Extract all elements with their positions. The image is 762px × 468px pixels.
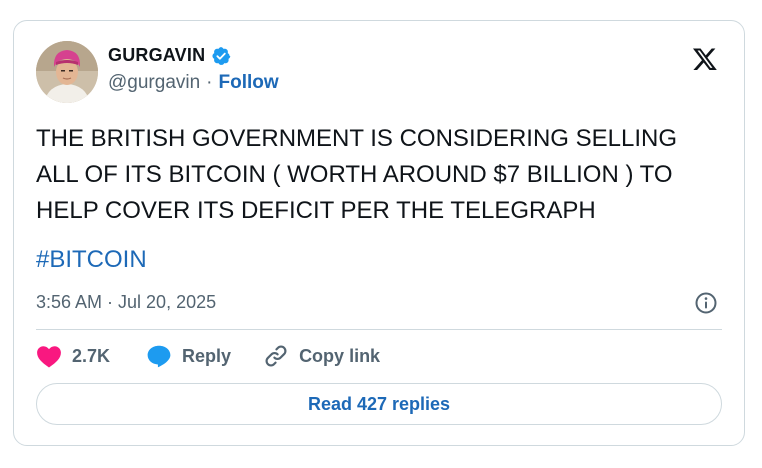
heart-icon: [37, 346, 61, 368]
tweet-text: THE BRITISH GOVERNMENT IS CONSIDERING SE…: [36, 125, 677, 224]
info-icon[interactable]: [694, 291, 718, 315]
author-name[interactable]: GURGAVIN: [108, 45, 205, 66]
like-button[interactable]: 2.7K: [36, 344, 110, 368]
reply-bubble-icon: [147, 345, 171, 368]
like-count: 2.7K: [72, 345, 111, 366]
x-logo-icon[interactable]: [692, 46, 718, 72]
reply-label: Reply: [182, 345, 232, 366]
author-handle-row: @gurgavin · Follow: [108, 72, 279, 94]
link-icon: [265, 345, 287, 367]
tweet-card: GURGAVIN @gurgavin · Follow THE BRITISH …: [13, 20, 745, 446]
avatar[interactable]: [36, 41, 98, 103]
copy-link-button[interactable]: Copy link: [263, 343, 380, 369]
separator-dot: ·: [206, 72, 213, 93]
verified-badge-icon: [212, 46, 231, 65]
action-bar: 2.7K Reply Copy link: [36, 343, 380, 369]
author-name-row: GURGAVIN: [108, 45, 231, 66]
reply-button[interactable]: Reply: [146, 344, 231, 368]
author-handle[interactable]: @gurgavin: [108, 72, 200, 94]
tweet-timestamp[interactable]: 3:56 AM · Jul 20, 2025: [36, 292, 216, 313]
divider: [36, 329, 722, 330]
hashtag-link[interactable]: #BITCOIN: [36, 246, 147, 274]
avatar-image: [36, 41, 98, 103]
follow-button[interactable]: Follow: [219, 72, 279, 94]
read-replies-button[interactable]: Read 427 replies: [36, 383, 722, 425]
copy-link-label: Copy link: [299, 345, 381, 366]
